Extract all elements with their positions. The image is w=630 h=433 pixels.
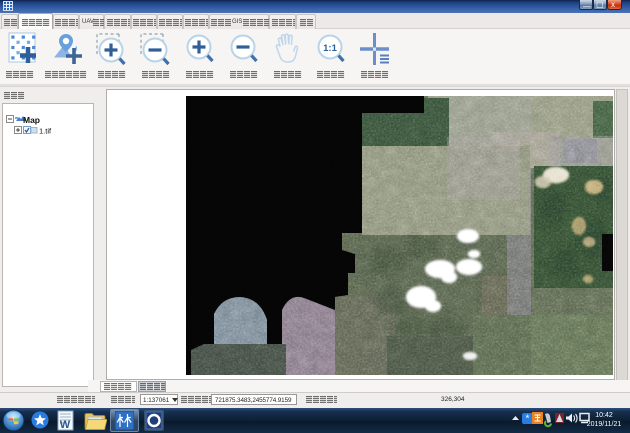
- svg-text:W: W: [60, 419, 71, 431]
- svg-text:1.tif: 1.tif: [39, 127, 52, 136]
- svg-text:Map: Map: [23, 115, 40, 125]
- svg-text:*: *: [526, 414, 530, 425]
- svg-text:1:1: 1:1: [323, 43, 337, 54]
